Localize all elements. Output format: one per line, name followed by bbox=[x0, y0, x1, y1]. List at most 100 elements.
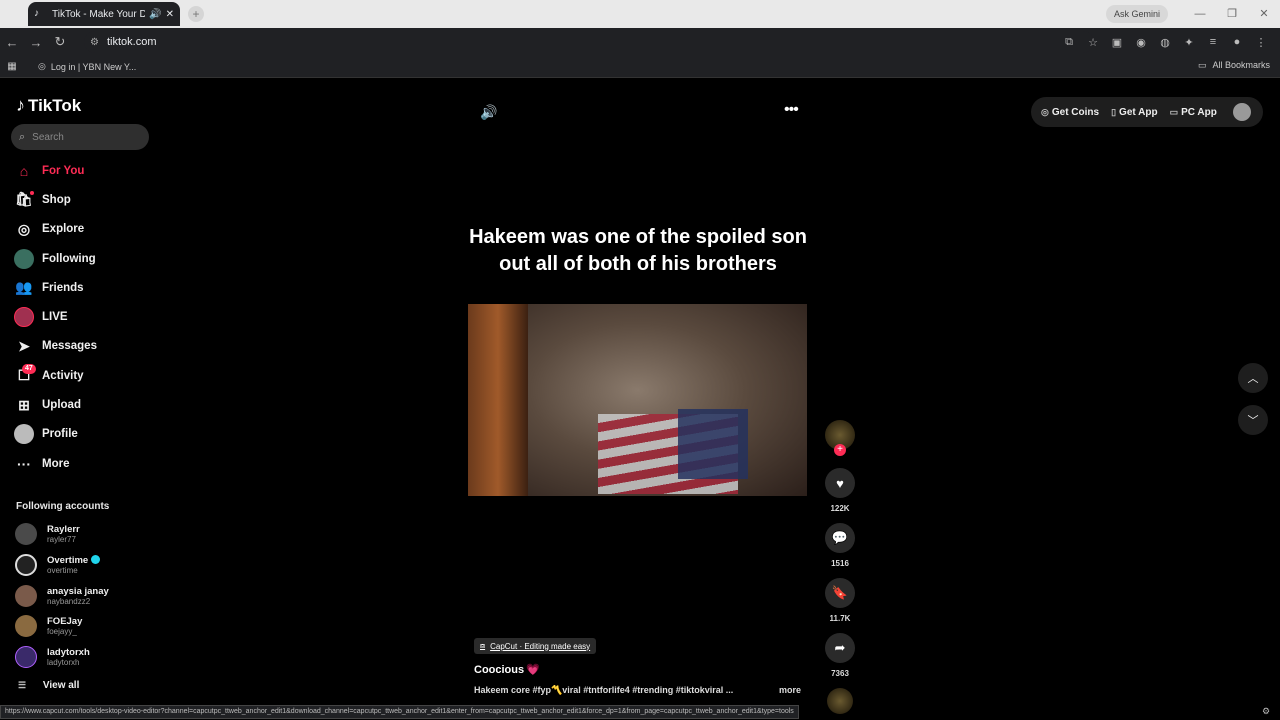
nav-profile[interactable]: Profile bbox=[14, 420, 154, 449]
action-rail: + ♥ 122K 💬 1516 🔖 11.7K ➦ 7363 bbox=[822, 420, 858, 714]
nav-upload[interactable]: ⊞ Upload bbox=[14, 390, 154, 419]
tab-audio-icon[interactable]: 🔊 bbox=[149, 9, 161, 20]
more-options-icon[interactable]: ••• bbox=[784, 101, 799, 119]
status-bar-url: https://www.capcut.com/tools/desktop-vid… bbox=[0, 705, 799, 719]
account-handle: foejayy_ bbox=[47, 627, 77, 637]
heart-icon: ♥ bbox=[836, 475, 844, 491]
capcut-anchor-link[interactable]: ⧈ CapCut · Editing made easy bbox=[474, 638, 597, 654]
account-handle: rayler77 bbox=[47, 535, 76, 545]
share-button[interactable]: ➦ bbox=[825, 633, 855, 663]
nav-friends[interactable]: 👥 Friends bbox=[14, 273, 154, 302]
like-button[interactable]: ♥ bbox=[825, 468, 855, 498]
following-avatar bbox=[14, 248, 34, 269]
nav-live[interactable]: LIVE bbox=[14, 302, 154, 331]
next-video-button[interactable]: ﹀ bbox=[1238, 405, 1268, 435]
nav-explore[interactable]: ◎ Explore bbox=[14, 215, 154, 244]
avatar bbox=[15, 523, 37, 546]
extension-icon[interactable]: ◉ bbox=[1132, 36, 1150, 49]
pc-app-button[interactable]: ▭ PC App bbox=[1170, 107, 1217, 118]
nav-label: Activity bbox=[42, 369, 84, 382]
share-icon: ➦ bbox=[834, 640, 846, 655]
nav-more[interactable]: ··· More bbox=[14, 449, 154, 478]
share-count: 7363 bbox=[831, 669, 849, 678]
search-box[interactable]: ⌕ bbox=[11, 124, 149, 150]
get-coins-button[interactable]: ◎ Get Coins bbox=[1041, 107, 1099, 118]
bookmark-star-icon[interactable]: ☆ bbox=[1084, 36, 1102, 49]
save-button[interactable]: 🔖 bbox=[825, 578, 855, 608]
nav-messages[interactable]: ➤ Messages bbox=[14, 332, 154, 361]
account-name: anaysia janay bbox=[47, 585, 109, 597]
nav-label: Following bbox=[42, 252, 96, 265]
view-all-label: View all bbox=[42, 680, 80, 691]
search-icon: ⌕ bbox=[19, 130, 26, 143]
video-author[interactable]: Coocious 💗 bbox=[474, 663, 540, 676]
chevron-up-icon: ︿ bbox=[1247, 373, 1259, 385]
tab-close-icon[interactable]: ✕ bbox=[166, 9, 174, 20]
verified-icon bbox=[91, 555, 101, 565]
video-player[interactable] bbox=[468, 304, 807, 496]
close-window-icon[interactable]: ✕ bbox=[1248, 0, 1280, 28]
monitor-icon: ▭ bbox=[1169, 106, 1179, 117]
extensions-puzzle-icon[interactable]: ✦ bbox=[1180, 36, 1198, 49]
settings-gear-icon[interactable]: ⚙ bbox=[1262, 706, 1270, 717]
volume-icon[interactable]: 🔊 bbox=[480, 104, 497, 121]
heart-emoji: 💗 bbox=[526, 664, 540, 676]
url-field[interactable]: ⚙ tiktok.com bbox=[84, 31, 1094, 53]
sound-disc-avatar[interactable] bbox=[827, 688, 853, 714]
extension-icon[interactable]: ◍ bbox=[1156, 36, 1174, 49]
restore-icon[interactable]: ❐ bbox=[1216, 0, 1248, 28]
globe-icon: ◎ bbox=[38, 61, 46, 71]
browser-tab[interactable]: ♪ TikTok - Make Your Day 🔊 ✕ bbox=[28, 2, 180, 26]
site-info-icon[interactable]: ⚙ bbox=[90, 37, 99, 48]
new-tab-button[interactable]: + bbox=[188, 6, 204, 22]
tab-title: TikTok - Make Your Day bbox=[52, 8, 146, 20]
list-icon: ☰ bbox=[18, 680, 27, 690]
user-avatar[interactable] bbox=[1233, 103, 1251, 121]
comment-count: 1516 bbox=[831, 559, 849, 568]
nav-activity[interactable]: ☐ 47 Activity bbox=[14, 361, 154, 390]
top-right-actions: ◎ Get Coins ▯ Get App ▭ PC App bbox=[1031, 97, 1263, 127]
account-name: Overtime bbox=[47, 555, 89, 567]
nav-shop[interactable]: 🛍 Shop bbox=[14, 185, 154, 214]
tiktok-logo[interactable]: ♪ TikTok bbox=[16, 95, 81, 116]
reading-list-icon[interactable]: ≡ bbox=[1204, 36, 1222, 48]
nav-label: LIVE bbox=[42, 311, 68, 324]
live-avatar bbox=[14, 307, 34, 328]
logo-text: TikTok bbox=[28, 95, 82, 115]
follow-plus-icon[interactable]: + bbox=[834, 444, 846, 456]
install-app-icon[interactable]: ⧉ bbox=[1060, 36, 1078, 49]
nav-following[interactable]: Following bbox=[14, 244, 154, 273]
coin-icon: ◎ bbox=[1041, 106, 1049, 117]
back-icon[interactable]: ← bbox=[0, 35, 24, 50]
author-name: Coocious bbox=[474, 664, 525, 676]
ask-gemini-button[interactable]: Ask Gemini bbox=[1106, 5, 1169, 23]
minimize-icon[interactable]: — bbox=[1184, 0, 1216, 28]
save-count: 11.7K bbox=[829, 614, 851, 623]
all-bookmarks[interactable]: ▭ All Bookmarks bbox=[1198, 60, 1270, 71]
account-item[interactable]: FOEJay foejayy_ bbox=[15, 611, 109, 642]
account-item[interactable]: Raylerr rayler77 bbox=[15, 519, 109, 550]
search-input[interactable] bbox=[32, 131, 133, 143]
view-all-button[interactable]: ☰ View all bbox=[18, 680, 79, 691]
reload-icon[interactable]: ↻ bbox=[48, 34, 72, 50]
profile-icon[interactable]: ● bbox=[1228, 36, 1246, 48]
extension-icon[interactable]: ▣ bbox=[1108, 36, 1126, 49]
account-item[interactable]: Overtime overtime bbox=[15, 550, 109, 581]
window-controls: — ❐ ✕ bbox=[1184, 0, 1280, 28]
capcut-label: CapCut · Editing made easy bbox=[490, 641, 591, 651]
previous-video-button[interactable]: ︿ bbox=[1238, 363, 1268, 393]
nav-for-you[interactable]: ⌂ For You bbox=[14, 156, 154, 185]
account-handle: overtime bbox=[47, 566, 78, 576]
comment-button[interactable]: 💬 bbox=[825, 523, 855, 553]
phone-icon: ▯ bbox=[1111, 106, 1117, 117]
apps-grid-icon[interactable]: ▦ bbox=[0, 61, 24, 72]
account-item[interactable]: ladytorxh ladytorxh bbox=[15, 642, 109, 673]
bookmark-item[interactable]: ◎ Log in | YBN New Y... bbox=[38, 61, 136, 72]
creator-avatar[interactable]: + bbox=[825, 420, 855, 456]
more-link[interactable]: more bbox=[779, 685, 801, 695]
account-name: ladytorxh bbox=[47, 647, 90, 659]
get-app-button[interactable]: ▯ Get App bbox=[1111, 107, 1157, 118]
menu-kebab-icon[interactable]: ⋮ bbox=[1252, 36, 1270, 49]
account-item[interactable]: anaysia janay naybandzz2 bbox=[15, 580, 109, 611]
forward-icon[interactable]: → bbox=[24, 35, 48, 50]
